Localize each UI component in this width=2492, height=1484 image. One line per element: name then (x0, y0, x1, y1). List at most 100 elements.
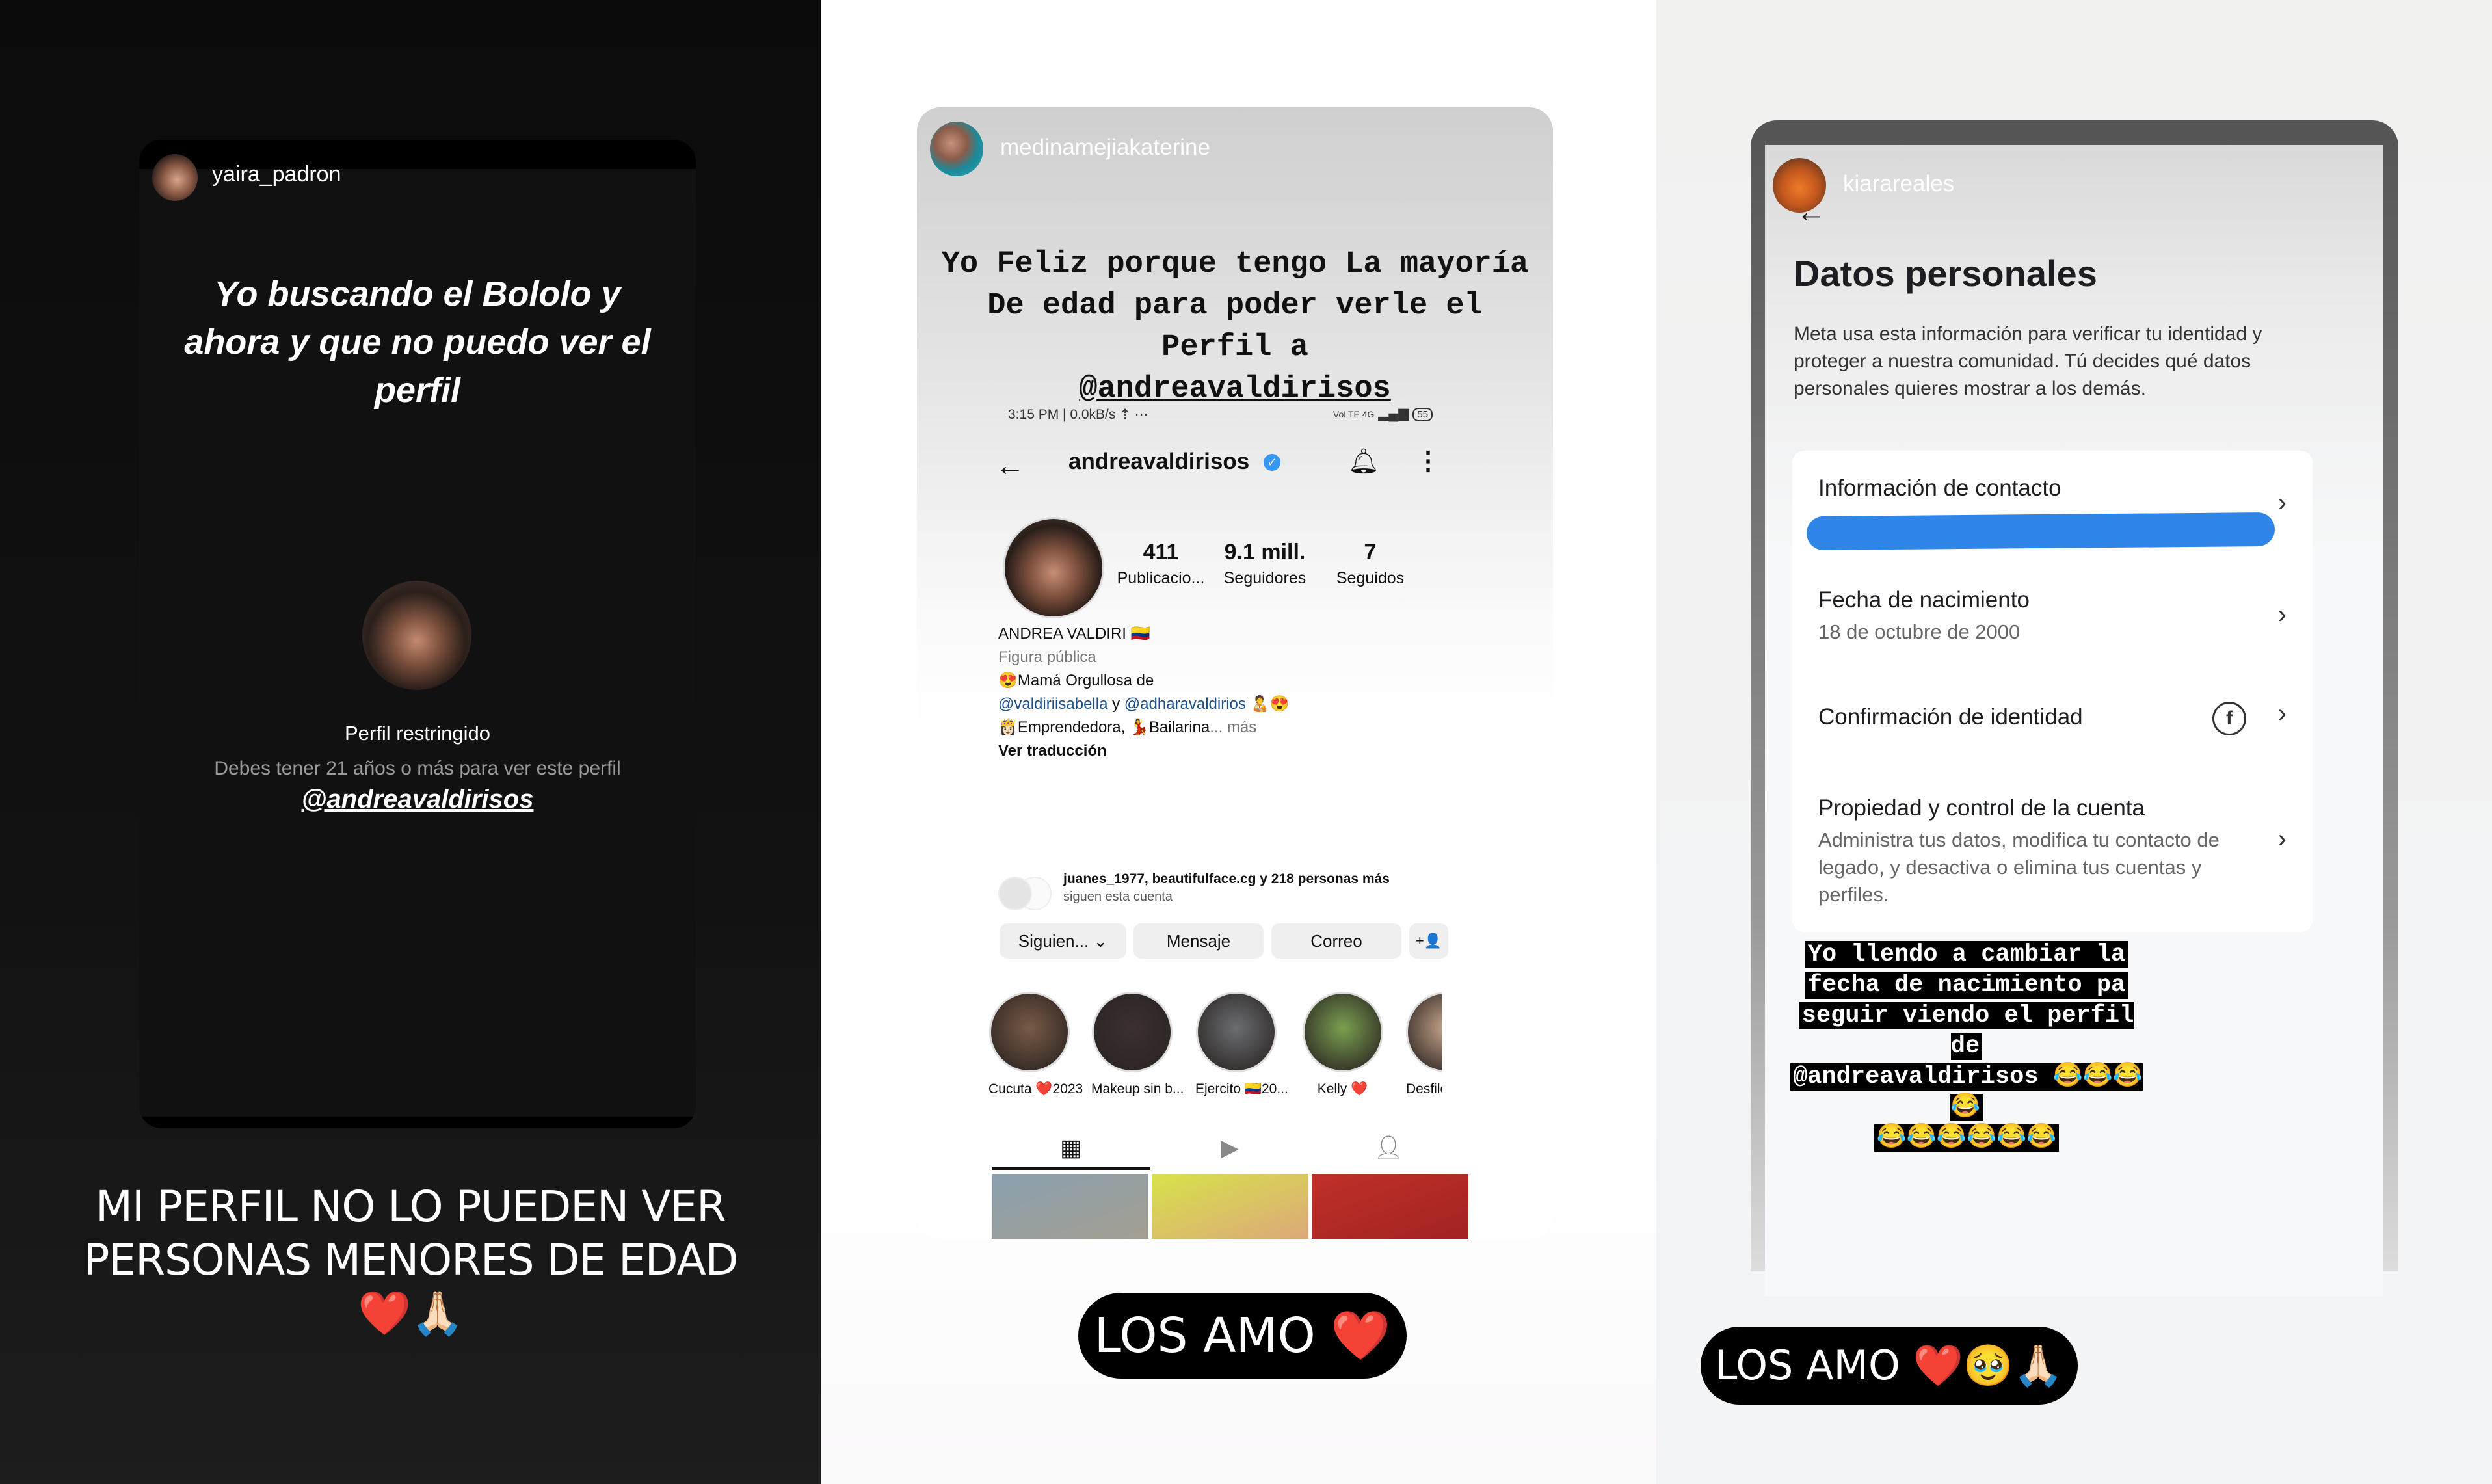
story-text-overlay: Yo llendo a cambiar la fecha de nacimient… (1784, 940, 2149, 1154)
highlight-label: Kelly ❤️ (1317, 1081, 1368, 1096)
posts-grid (992, 1174, 1468, 1239)
highlight-label: Makeup sin b... (1091, 1081, 1184, 1096)
battery-icon: 55 (1412, 408, 1433, 421)
user-avatar[interactable] (930, 122, 983, 176)
user-avatar[interactable] (152, 154, 198, 201)
reels-icon: ▶︎ (1221, 1134, 1239, 1161)
tab-tagged[interactable]: 👤︎ (1309, 1128, 1468, 1167)
story-panel-middle: medinamejiakaterine Yo Feliz porque teng… (821, 0, 1656, 1484)
translate-link[interactable]: Ver traducción (998, 739, 1466, 763)
redaction-scribble (1806, 512, 2275, 551)
highlight-item[interactable]: Cucuta ❤️2023 (988, 992, 1083, 1097)
row-subtitle: 18 de octubre de 2000 (1818, 620, 2021, 643)
verified-badge-icon: ✓ (1264, 454, 1280, 471)
post-thumbnail[interactable] (1312, 1174, 1468, 1239)
highlight-item[interactable]: Desfile (1406, 992, 1442, 1097)
chevron-right-icon: › (2277, 699, 2287, 728)
chevron-right-icon: › (2277, 825, 2287, 853)
highlight-label: Cucuta ❤️2023 (988, 1081, 1083, 1096)
row-birthdate[interactable]: Fecha de nacimiento 18 de octubre de 200… (1792, 587, 2313, 665)
highlight-label: Desfile (1406, 1081, 1442, 1096)
highlight-cover (988, 992, 1070, 1072)
profile-tabs: ▦ ▶︎ 👤︎ (992, 1128, 1468, 1170)
row-account-ownership[interactable]: Propiedad y control de la cuenta Adminis… (1792, 795, 2313, 912)
more-status-icon: ⋯ (1134, 407, 1148, 422)
stat-label: Publicacio... (1117, 569, 1205, 587)
stat-value: 9.1 mill. (1224, 540, 1306, 564)
headline-text: Yo Feliz porque tengo La mayoría De edad… (941, 247, 1529, 365)
bio-text: y (1107, 695, 1124, 713)
post-thumbnail[interactable] (1152, 1174, 1308, 1239)
bio-line: 😍Mamá Orgullosa de (998, 672, 1154, 689)
email-button[interactable]: Correo (1271, 923, 1401, 959)
upload-icon: ⇡ (1119, 407, 1131, 422)
highlight-item[interactable]: Kelly ❤️ (1302, 992, 1383, 1097)
stat-value: 411 (1143, 540, 1179, 564)
add-user-button[interactable]: +👤 (1409, 923, 1448, 959)
row-title: Fecha de nacimiento (1818, 587, 2030, 613)
story-username[interactable]: kiarareales (1843, 171, 1954, 197)
follower-avatar (998, 877, 1032, 910)
page-title: Datos personales (1794, 253, 2097, 294)
bio-mention-link[interactable]: @valdiriisabella (998, 695, 1107, 713)
row-identity-confirmation[interactable]: Confirmación de identidad f › (1792, 699, 2313, 750)
stat-following[interactable]: 7 Seguidos (1328, 540, 1412, 588)
status-right: VoLTE 4G ▂▄▆ 55 (1333, 405, 1433, 421)
row-title: Confirmación de identidad (1818, 704, 2083, 730)
story-card: yaira_padron Yo buscando el Bololo y aho… (139, 140, 696, 1128)
restricted-subtitle: Debes tener 21 años o más para ver este … (214, 758, 621, 779)
stat-posts[interactable]: 411 Publicacio... (1115, 540, 1206, 588)
story-username[interactable]: yaira_padron (212, 162, 341, 187)
back-arrow-icon[interactable]: ← (1796, 194, 1826, 229)
row-title: Propiedad y control de la cuenta (1818, 795, 2145, 821)
followed-by-subtext: siguen esta cuenta (1063, 890, 1173, 904)
overlay-text-line: Yo llendo a cambiar la (1805, 941, 2128, 968)
more-options-icon[interactable]: ⋮ (1415, 446, 1441, 476)
profile-avatar[interactable] (1003, 517, 1104, 618)
stat-label: Seguidos (1336, 569, 1405, 587)
chevron-right-icon: › (2277, 600, 2287, 629)
back-arrow-icon[interactable]: ← (995, 447, 1025, 483)
overlay-text-line: @andreavaldirisos 😂😂😂😂 (1790, 1063, 2143, 1121)
stat-value: 7 (1364, 540, 1377, 564)
bio-line: 👸🏻Emprendedora, 💃Bailarina... más (998, 716, 1466, 739)
tab-grid[interactable]: ▦ (992, 1128, 1150, 1170)
row-contact-info[interactable]: Información de contacto › (1792, 475, 2313, 553)
highlight-item[interactable]: Ejercito 🇨🇴20... (1195, 992, 1288, 1097)
tagged-icon: 👤︎ (1373, 1134, 1403, 1161)
chevron-right-icon: › (2277, 488, 2287, 517)
story-caption: MI PERFIL NO LO PUEDEN VER PERSONAS MENO… (83, 1182, 739, 1338)
overlay-text-line: fecha de nacimiento pa (1805, 972, 2128, 999)
stat-label: Seguidores (1223, 569, 1306, 587)
highlight-label: Ejercito 🇨🇴20... (1195, 1081, 1288, 1096)
bio-text: 👸🏻Emprendedora, 💃Bailarina (998, 719, 1210, 736)
notification-bell-icon[interactable]: 🔔︎ (1348, 447, 1379, 476)
mention-link[interactable]: @andreavaldirisos (1079, 372, 1390, 406)
overlay-text-line: seguir viendo el perfil de (1799, 1002, 2134, 1060)
highlight-cover (1302, 992, 1383, 1072)
following-button[interactable]: Siguien... ⌄ (1000, 923, 1126, 959)
profile-bio: ANDREA VALDIRI 🇨🇴 Figura pública 😍Mamá O… (998, 622, 1466, 763)
grid-icon: ▦ (1059, 1134, 1082, 1161)
message-button[interactable]: Mensaje (1133, 923, 1264, 959)
followed-by[interactable]: juanes_1977, beautifulface.cg y 218 pers… (998, 871, 1466, 910)
post-thumbnail[interactable] (992, 1174, 1148, 1239)
tab-reels[interactable]: ▶︎ (1150, 1128, 1309, 1167)
profile-avatar (362, 581, 471, 690)
row-subtitle: Administra tus datos, modifica tu contac… (1818, 828, 2220, 906)
restricted-title: Perfil restringido (345, 722, 490, 745)
story-username[interactable]: medinamejiakaterine (1000, 135, 1210, 161)
highlight-cover (1195, 992, 1277, 1072)
highlight-item[interactable]: Makeup sin b... (1091, 992, 1184, 1097)
phone-screen: kiarareales ← Datos personales Meta usa … (1765, 145, 2383, 1296)
highlight-cover (1406, 992, 1442, 1072)
story-card: medinamejiakaterine Yo Feliz porque teng… (917, 107, 1553, 1239)
stat-followers[interactable]: 9.1 mill. Seguidores (1216, 540, 1314, 588)
bio-mention-link[interactable]: @adharavaldirios (1124, 695, 1246, 713)
mention-link[interactable]: @andreavaldirisos (139, 785, 696, 814)
status-time-text: 3:15 PM | 0.0kB/s (1008, 407, 1116, 422)
more-link[interactable]: ... más (1210, 719, 1256, 736)
story-caption-pill: LOS AMO ❤️ (1078, 1293, 1407, 1379)
bio-emoji: 🧑‍🍼😍 (1245, 695, 1290, 713)
story-bottom-bar (139, 1117, 696, 1128)
